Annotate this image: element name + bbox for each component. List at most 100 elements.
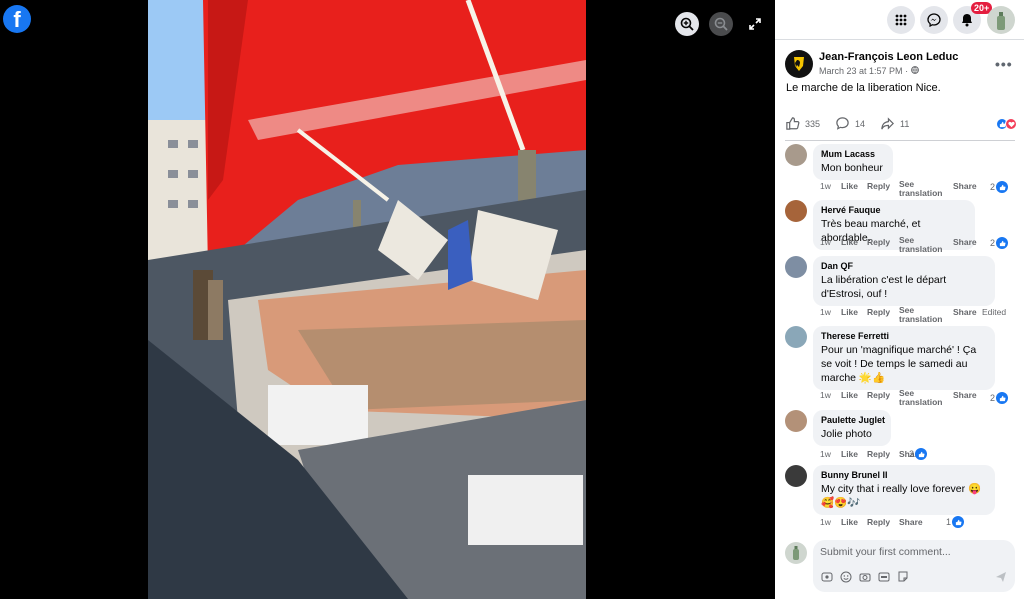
- comment-like-button[interactable]: Like: [841, 237, 858, 247]
- comment-share-button[interactable]: Share: [899, 517, 923, 527]
- sticker-button[interactable]: [897, 571, 909, 583]
- comment-like-button[interactable]: Like: [841, 390, 858, 400]
- gif-icon: [878, 572, 890, 582]
- post-side-panel: 20+ Jean-François Leon Leduc March 23 at…: [775, 0, 1024, 599]
- commenter-name[interactable]: Hervé Fauque: [821, 205, 967, 215]
- see-translation-line2[interactable]: translation: [899, 397, 942, 407]
- avatar-sticker-button[interactable]: [821, 571, 833, 583]
- comment-share-button[interactable]: Share: [953, 181, 977, 191]
- gif-button[interactable]: [878, 571, 890, 583]
- commenter-name[interactable]: Dan QF: [821, 261, 987, 271]
- thumb-glyph-icon: [918, 451, 925, 457]
- see-translation-button[interactable]: See translation: [899, 389, 942, 407]
- comment-text-line: marche 🌟👍: [821, 372, 886, 384]
- see-translation-button[interactable]: See translation: [899, 180, 942, 198]
- share-action[interactable]: 11: [880, 116, 909, 131]
- share-arrow-icon: [881, 117, 894, 130]
- like-reaction-icon: [915, 448, 928, 460]
- comment-bubble: Hervé Fauque Très beau marché, et aborda…: [813, 200, 975, 250]
- comment-count: 14: [855, 118, 866, 129]
- commenter-avatar[interactable]: [785, 465, 807, 487]
- see-translation-line2[interactable]: translation: [899, 244, 942, 254]
- comment-like-number: 1: [946, 517, 952, 527]
- facebook-logo-icon[interactable]: f: [3, 5, 31, 33]
- comment-text-line: Pour un 'magnifique marché' ! Ça: [821, 344, 977, 356]
- see-translation-button[interactable]: See translation: [899, 306, 942, 324]
- send-button[interactable]: [995, 571, 1007, 583]
- author-name[interactable]: Jean-François Leon Leduc: [819, 51, 958, 63]
- zoom-in-icon: [680, 17, 694, 31]
- comment-time[interactable]: 1w: [820, 307, 831, 317]
- comment-bubble: Bunny Brunel II My city that i really lo…: [813, 465, 995, 515]
- send-icon: [996, 572, 1006, 582]
- photo-viewer: f: [0, 0, 775, 599]
- post-options-button[interactable]: •••: [995, 56, 1013, 72]
- zoom-in-button[interactable]: [675, 12, 699, 36]
- comment-reply-button[interactable]: Reply: [867, 181, 890, 191]
- comment-like-number: 2: [990, 182, 996, 192]
- messenger-icon: [927, 13, 941, 27]
- comment-item: Dan QF La libération c'est le départ d'E…: [785, 256, 1017, 324]
- comment-time[interactable]: 1w: [820, 517, 831, 527]
- zoom-out-button[interactable]: [709, 12, 733, 36]
- commenter-avatar[interactable]: [785, 326, 807, 348]
- edited-label[interactable]: Edited: [982, 307, 1006, 317]
- commenter-avatar[interactable]: [785, 410, 807, 432]
- comment-bubble: Paulette Juglet Jolie photo: [813, 410, 891, 446]
- commenter-name[interactable]: Mum Lacass: [821, 149, 885, 159]
- commenter-name[interactable]: Paulette Juglet: [821, 415, 885, 425]
- commenter-avatar[interactable]: [785, 256, 807, 278]
- comment-time[interactable]: 1w: [820, 390, 831, 400]
- comment-share-button[interactable]: Share: [953, 390, 977, 400]
- account-avatar[interactable]: [987, 6, 1015, 34]
- comment-reply-button[interactable]: Reply: [867, 307, 890, 317]
- post-text: Le marche de la liberation Nice.: [786, 82, 941, 94]
- comment-time[interactable]: 1w: [820, 449, 831, 459]
- reaction-summary[interactable]: [996, 118, 1017, 130]
- post-photo[interactable]: [148, 0, 586, 599]
- menu-button[interactable]: [887, 6, 915, 34]
- comment-text-line: My city that i really love forever 😛: [821, 483, 982, 495]
- see-translation-button[interactable]: See translation: [899, 236, 942, 254]
- market-photo-illustration: [148, 0, 586, 599]
- composer-avatar[interactable]: [785, 542, 807, 564]
- comment-reply-button[interactable]: Reply: [867, 237, 890, 247]
- comment-reply-button[interactable]: Reply: [867, 517, 890, 527]
- emoji-button[interactable]: [840, 571, 852, 583]
- comment-bubble-icon: [836, 117, 849, 130]
- comment-like-button[interactable]: Like: [841, 181, 858, 191]
- comment-like-button[interactable]: Like: [841, 449, 858, 459]
- comment-like-button[interactable]: Like: [841, 307, 858, 317]
- comment-action[interactable]: 14: [835, 116, 865, 131]
- messenger-button[interactable]: [920, 6, 948, 34]
- comment-text-line: d'Estrosi, ouf !: [821, 288, 888, 300]
- comment-share-button[interactable]: Share: [953, 307, 977, 317]
- see-translation-line2[interactable]: translation: [899, 314, 942, 324]
- comment-bubble: Therese Ferretti Pour un 'magnifique mar…: [813, 326, 995, 390]
- comment-like-button[interactable]: Like: [841, 517, 858, 527]
- comment-like-count: 1: [946, 516, 965, 528]
- like-reaction-icon: [996, 181, 1009, 193]
- author-avatar[interactable]: [785, 50, 813, 78]
- camera-button[interactable]: [859, 571, 871, 583]
- comment-time[interactable]: 1w: [820, 181, 831, 191]
- commenter-name[interactable]: Therese Ferretti: [821, 331, 987, 341]
- commenter-name[interactable]: Bunny Brunel II: [821, 470, 987, 480]
- see-translation-line2[interactable]: translation: [899, 188, 942, 198]
- comment-reply-button[interactable]: Reply: [867, 449, 890, 459]
- comment-input[interactable]: [820, 546, 1000, 558]
- comment-share-button[interactable]: Share: [953, 237, 977, 247]
- comment-text: Jolie photo: [821, 428, 872, 440]
- commenter-avatar[interactable]: [785, 144, 807, 166]
- like-action[interactable]: 335: [785, 116, 820, 131]
- expand-button[interactable]: [743, 12, 767, 36]
- comment-time[interactable]: 1w: [820, 237, 831, 247]
- post-timestamp[interactable]: March 23 at 1:57 PM ·: [819, 66, 919, 76]
- comment-reply-button[interactable]: Reply: [867, 390, 890, 400]
- comment-input-box[interactable]: [813, 540, 1015, 592]
- sticker-icon: [898, 571, 908, 582]
- post-header: Jean-François Leon Leduc March 23 at 1:5…: [785, 50, 1015, 80]
- zoom-out-icon: [714, 17, 728, 31]
- post-time-text[interactable]: March 23 at 1:57 PM: [819, 66, 903, 76]
- commenter-avatar[interactable]: [785, 200, 807, 222]
